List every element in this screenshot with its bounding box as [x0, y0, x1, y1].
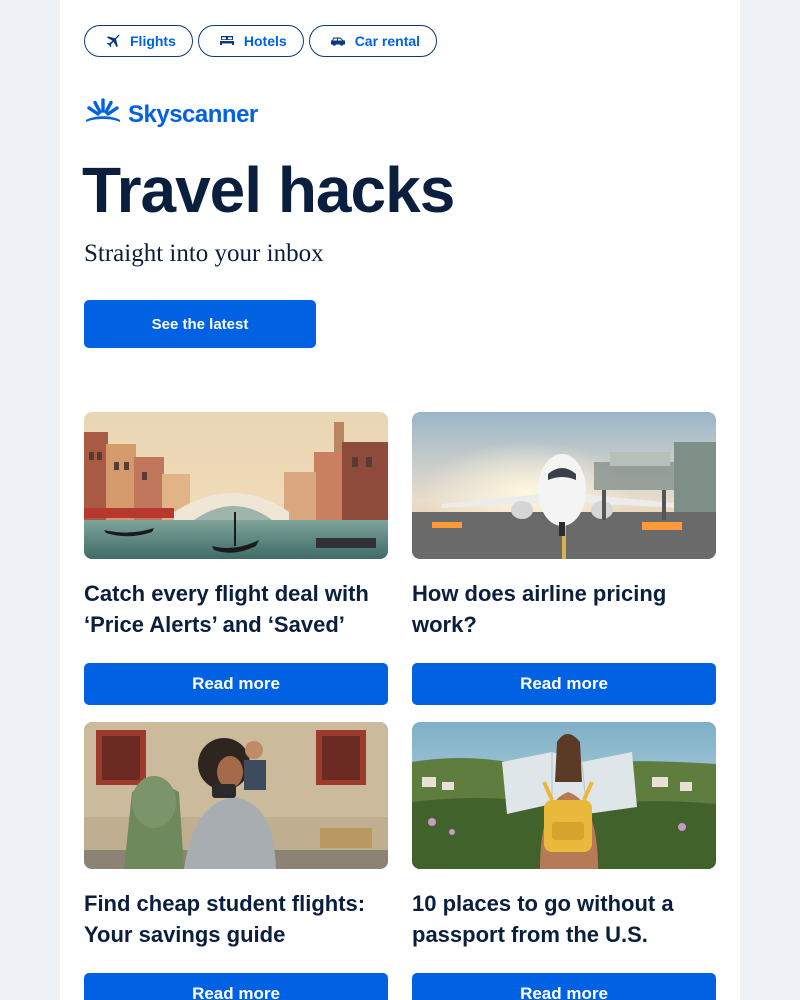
car-icon	[330, 33, 346, 49]
venice-canal-image[interactable]	[84, 412, 388, 559]
read-more-button[interactable]: Read more	[84, 663, 388, 705]
article-title: Find cheap student flights: Your savings…	[84, 891, 366, 947]
student-traveller-image[interactable]	[84, 722, 388, 869]
article-card: Catch every flight deal with ‘Price Aler…	[84, 412, 388, 705]
skyscanner-logo[interactable]: Skyscanner	[84, 98, 258, 131]
article-title: 10 places to go without a passport from …	[412, 891, 674, 947]
article-card: Find cheap student flights: Your savings…	[84, 722, 388, 1000]
article-card: 10 places to go without a passport from …	[412, 722, 716, 1000]
hero-title: Travel hacks	[82, 154, 455, 226]
traveller-with-map-image[interactable]	[412, 722, 716, 869]
nav-pills: Flights Hotels Car rental	[84, 25, 438, 57]
car-rental-pill-label: Car rental	[354, 33, 421, 49]
airplane-gate-image[interactable]	[412, 412, 716, 559]
article-title: How does airline pricing work?	[412, 581, 667, 637]
see-latest-button[interactable]: See the latest	[84, 300, 316, 348]
email-container: Flights Hotels Car rental Skyscanner Tra…	[60, 0, 740, 1000]
car-rental-pill[interactable]: Car rental	[308, 25, 438, 57]
article-title: Catch every flight deal with ‘Price Aler…	[84, 581, 369, 637]
flights-pill[interactable]: Flights	[84, 25, 193, 57]
bed-icon	[219, 33, 235, 49]
read-more-button[interactable]: Read more	[412, 973, 716, 1000]
article-card: How does airline pricing work? Read more	[412, 412, 716, 705]
read-more-button[interactable]: Read more	[412, 663, 716, 705]
flights-pill-label: Flights	[130, 33, 176, 49]
hotels-pill-label: Hotels	[243, 33, 287, 49]
plane-icon	[105, 33, 121, 49]
hero-subtitle: Straight into your inbox	[84, 240, 324, 267]
hotels-pill[interactable]: Hotels	[197, 25, 304, 57]
sunrise-logo-icon	[84, 98, 122, 131]
read-more-button[interactable]: Read more	[84, 973, 388, 1000]
brand-name: Skyscanner	[128, 100, 258, 128]
